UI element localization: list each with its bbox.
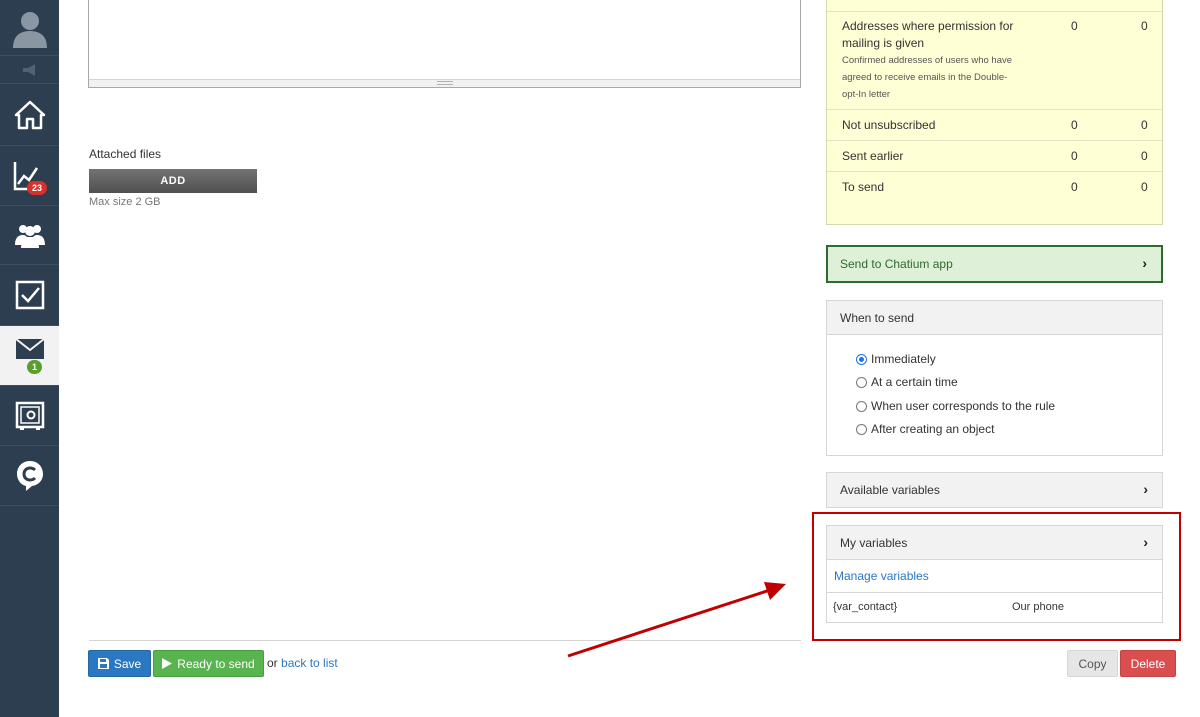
sidebar-item-users[interactable] [0,206,59,265]
mail-icon [14,337,45,359]
stat-row: Not unsubscribed 0 0 [827,109,1162,140]
chatium-label: Send to Chatium app [840,257,953,271]
chevron-right-icon: › [1143,481,1148,498]
recipients-stats: Addresses where permission for mailing i… [826,0,1163,225]
sidebar-item-safe[interactable] [0,386,59,446]
panel-title: My variables [840,535,908,550]
copy-button[interactable]: Copy [1067,650,1118,677]
variable-key: {var_contact} [833,601,898,613]
stat-value: 0 [1141,19,1148,33]
stat-value: 0 [1141,180,1148,194]
radio-label: After creating an object [871,422,995,436]
sidebar-item-home[interactable] [0,84,59,146]
my-variables-panel: My variables › Manage variables {var_con… [826,525,1163,623]
radio-label: When user corresponds to the rule [871,399,1056,413]
when-to-send-panel: When to send Immediately At a certain ti… [826,300,1163,456]
attached-files-label: Attached files [89,147,162,161]
home-icon [14,100,45,129]
chevron-right-icon: › [1142,255,1147,272]
stat-value: 0 [1141,149,1148,163]
stat-value: 0 [1071,149,1078,163]
ready-to-send-button[interactable]: Ready to send [153,650,264,677]
radio-after-object[interactable]: After creating an object [856,422,994,436]
stat-value: 0 [1071,19,1078,33]
mail-badge: 1 [27,360,43,374]
back-to-list-text: or back to list [267,656,338,670]
checkbox-icon [15,280,44,310]
message-editor[interactable] [88,0,801,88]
send-to-chatium-button[interactable]: Send to Chatium app › [826,245,1163,283]
radio-icon[interactable] [856,400,867,412]
editor-statusbar [89,79,800,87]
stat-sublabel: Confirmed addresses of users who have ag… [842,55,1013,100]
available-variables-header[interactable]: Available variables › [827,473,1162,507]
radio-rule[interactable]: When user corresponds to the rule [856,399,1055,413]
megaphone-icon [22,63,35,76]
sidebar-item-tasks[interactable] [0,265,59,326]
manage-variables-link[interactable]: Manage variables [834,569,929,583]
radio-icon[interactable] [856,376,867,388]
stat-label: Not unsubscribed [842,118,936,132]
stat-label: Sent earlier [842,149,904,163]
back-to-list-link[interactable]: back to list [281,656,338,670]
stat-label: Addresses where permission for mailing i… [842,19,1014,50]
sidebar: 23 1 [0,0,59,717]
delete-button[interactable]: Delete [1120,650,1176,677]
save-label: Save [113,656,142,671]
variable-row[interactable]: {var_contact} Our phone [827,592,1162,623]
ready-label: Ready to send [177,656,255,671]
safe-icon [15,401,44,430]
radio-certain-time[interactable]: At a certain time [856,375,958,389]
available-variables-panel[interactable]: Available variables › [826,472,1163,508]
chatium-icon [16,460,43,491]
radio-label: At a certain time [871,375,958,389]
floppy-icon [97,658,109,669]
stats-badge: 23 [27,181,48,195]
radio-immediately[interactable]: Immediately [856,352,936,366]
panel-title: When to send [840,310,915,325]
stat-row: To send 0 0 [827,171,1162,202]
max-size-note: Max size 2 GB [89,196,161,208]
sidebar-item-mail[interactable]: 1 [0,326,59,386]
sidebar-item-stats[interactable]: 23 [0,146,59,206]
stat-value: 0 [1141,118,1148,132]
stat-row: Addresses where permission for mailing i… [827,11,1162,109]
stat-row: Sent earlier 0 0 [827,140,1162,171]
radio-label: Immediately [871,352,936,366]
radio-icon[interactable] [856,423,867,435]
stat-value: 0 [1071,118,1078,132]
when-to-send-header: When to send [827,301,1162,335]
stat-value: 0 [1071,180,1078,194]
chevron-right-icon: › [1143,533,1148,550]
my-variables-header[interactable]: My variables › [827,526,1162,560]
radio-checked-icon[interactable] [856,353,867,365]
save-button[interactable]: Save [88,650,151,677]
resize-grip-icon[interactable] [437,81,453,85]
panel-title: Available variables [840,483,940,497]
avatar[interactable] [0,0,59,56]
stat-label: To send [842,180,885,194]
or-text: or [267,656,278,670]
divider [89,640,801,641]
add-file-button[interactable]: ADD [89,169,257,193]
sidebar-collapse[interactable] [0,56,59,84]
users-icon [14,225,45,248]
play-icon [162,658,173,669]
variable-description: Our phone [1012,601,1064,613]
annotation-arrow-icon [567,582,786,658]
sidebar-item-chatium[interactable] [0,446,59,506]
user-avatar-icon [12,11,47,48]
